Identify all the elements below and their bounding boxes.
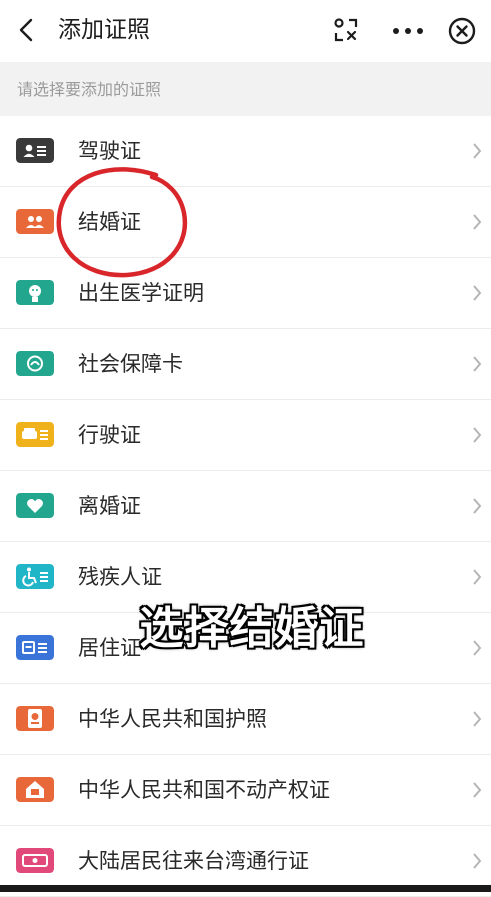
scan-qr-icon[interactable] — [333, 17, 359, 43]
birth-certificate-icon — [16, 280, 54, 305]
list-item-social-security-card[interactable]: 社会保障卡 — [0, 329, 491, 400]
more-options-icon[interactable] — [392, 26, 424, 36]
list-item-birth-certificate[interactable]: 出生医学证明 — [0, 258, 491, 329]
chevron-right-icon — [473, 569, 482, 585]
list-item-label: 结婚证 — [78, 210, 141, 234]
list-item-label: 中华人民共和国不动产权证 — [78, 778, 330, 802]
list-item-divorce-certificate[interactable]: 离婚证 — [0, 471, 491, 542]
list-item-label: 离婚证 — [78, 494, 141, 518]
header-bar: 添加证照 — [0, 0, 491, 62]
chevron-right-icon — [473, 711, 482, 727]
chevron-right-icon — [473, 640, 482, 656]
property-certificate-icon — [16, 777, 54, 802]
chevron-right-icon — [473, 498, 482, 514]
back-arrow-icon[interactable] — [16, 18, 38, 42]
list-item-driver-license[interactable]: 驾驶证 — [0, 116, 491, 187]
list-item-label: 中华人民共和国护照 — [78, 707, 267, 731]
taiwan-travel-permit-icon — [16, 848, 54, 873]
list-item-property-certificate[interactable]: 中华人民共和国不动产权证 — [0, 755, 491, 826]
section-hint: 请选择要添加的证照 — [0, 62, 491, 116]
list-item-marriage-certificate[interactable]: 结婚证 — [0, 187, 491, 258]
list-item-label: 驾驶证 — [78, 139, 141, 163]
driver-license-icon — [16, 138, 54, 163]
list-item-vehicle-license[interactable]: 行驶证 — [0, 400, 491, 471]
chevron-right-icon — [473, 143, 482, 159]
divorce-certificate-icon — [16, 493, 54, 518]
chevron-right-icon — [473, 427, 482, 443]
social-security-card-icon — [16, 351, 54, 376]
disability-certificate-icon — [16, 564, 54, 589]
passport-icon — [16, 706, 54, 731]
chevron-right-icon — [473, 782, 482, 798]
vehicle-license-icon — [16, 422, 54, 447]
list-item-label: 出生医学证明 — [78, 281, 204, 305]
close-miniprogram-icon[interactable] — [447, 16, 477, 46]
list-item-label: 行驶证 — [78, 423, 141, 447]
certificate-list: 驾驶证 结婚证 出生医学证明 社会保障卡 行驶证 离婚证 残疾人证 居住证 中华… — [0, 116, 491, 897]
chevron-right-icon — [473, 285, 482, 301]
page-title: 添加证照 — [58, 17, 150, 43]
chevron-right-icon — [473, 356, 482, 372]
chevron-right-icon — [473, 214, 482, 230]
chevron-right-icon — [473, 853, 482, 869]
marriage-certificate-icon — [16, 209, 54, 234]
list-item-label: 社会保障卡 — [78, 352, 183, 376]
residence-permit-icon — [16, 635, 54, 660]
list-item-passport[interactable]: 中华人民共和国护照 — [0, 684, 491, 755]
bottom-edge — [0, 885, 491, 892]
video-caption: 选择结婚证 — [138, 602, 365, 656]
